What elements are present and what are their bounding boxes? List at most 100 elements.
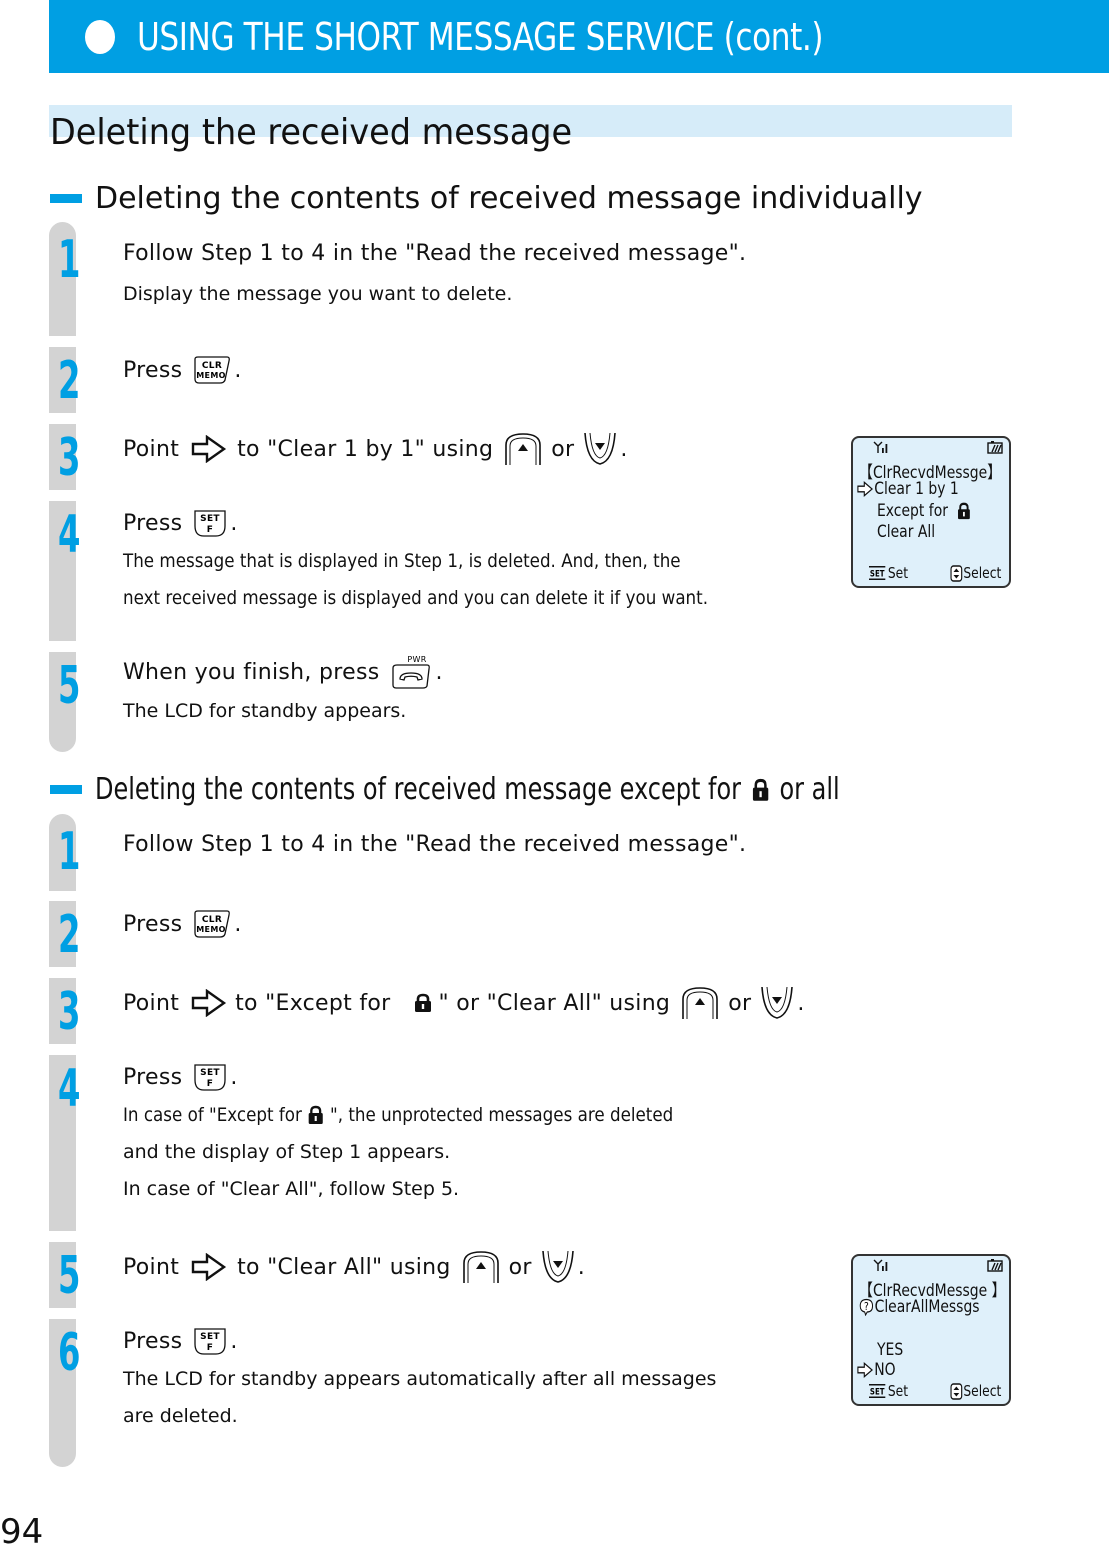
step-note: In case of "Except for ", the unprotecte… [123,1104,673,1126]
svg-text:CLR: CLR [202,361,222,371]
step-instruction: Point to "Clear All" using or . [123,1249,585,1285]
down-key-icon [759,985,795,1021]
note-text: In case of "Except for [123,1104,302,1126]
step-note: In case of "Clear All", follow Step 5. [123,1178,460,1200]
step-instruction: Point to "Clear 1 by 1" using or . [123,431,628,467]
set-key-icon: SET [869,566,886,580]
subheading-text: Deleting the contents of received messag… [95,181,923,216]
chapter-title: USING THE SHORT MESSAGE SERVICE (cont.) [137,14,824,59]
step-number: 1 [58,822,81,882]
filled-circle-icon [85,19,115,54]
pointer-arrow-icon [191,435,227,463]
subheading-individual: Deleting the contents of received messag… [50,181,923,216]
page-number: 94 [0,1512,44,1547]
step-instruction: When you finish, press PWR . [123,654,443,690]
instruction-text: . [797,990,805,1016]
lcd-item-label: Clear 1 by 1 [874,479,959,499]
svg-text:F: F [207,1343,213,1353]
svg-text:?: ? [864,1301,869,1313]
step-instruction: Follow Step 1 to 4 in the "Read the rece… [123,832,746,857]
instruction-text: Point [123,990,180,1016]
up-key-icon [503,431,543,467]
step-number: 5 [58,656,81,716]
step-number: 2 [58,351,81,411]
instruction-text: . [230,510,238,536]
step-number: 1 [58,230,81,290]
instruction-text: . [234,357,242,383]
step-note: are deleted. [123,1405,238,1427]
chapter-header: USING THE SHORT MESSAGE SERVICE (cont.) [49,0,1109,73]
instruction-text: Press [123,911,183,937]
svg-text:CLR: CLR [202,915,222,925]
softkey-label: Set [887,564,909,582]
step-number: 3 [58,982,81,1042]
instruction-text: to "Clear 1 by 1" using [237,436,494,462]
instruction-text: Follow Step 1 to 4 in the "Read the rece… [123,241,747,266]
lcd-indicator-row [853,1259,1009,1273]
softkey-label: Select [963,564,1001,582]
step-instruction: Follow Step 1 to 4 in the "Read the rece… [123,241,746,266]
lcd-option-no-selected: NO [857,1360,896,1380]
pointer-arrow-icon [857,481,873,497]
lcd-menu-item-selected: Clear 1 by 1 [857,479,959,499]
step-note: The message that is displayed in Step 1,… [123,550,681,572]
softkey-label: Select [963,1382,1001,1400]
set-f-key-icon: SET F [192,1062,228,1092]
down-key-icon [540,1249,576,1285]
lcd-option-yes: YES [877,1340,904,1360]
lock-icon [307,1104,325,1126]
instruction-text: to "Clear All" using [237,1254,451,1280]
step-number: 4 [58,1059,81,1119]
instruction-text: . [230,1328,238,1354]
clr-memo-key-icon: CLR MEMO [192,909,232,939]
lcd-indicator-row [853,441,1009,455]
set-key-icon: SET [869,1384,886,1398]
battery-icon [987,1259,1003,1272]
signal-strength-icon [873,1259,888,1271]
svg-text:SET: SET [201,1068,221,1078]
down-key-icon [582,431,618,467]
subheading-text-wrap: Deleting the contents of received messag… [95,772,840,807]
step-number: 4 [58,505,81,565]
step-note: The LCD for standby appears. [123,700,407,722]
softkey-label: Set [887,1382,909,1400]
battery-icon [987,441,1003,454]
instruction-text: . [435,659,443,685]
softkey-select: Select [950,564,1001,582]
svg-text:SET: SET [201,514,221,524]
up-key-icon [461,1249,501,1285]
step-instruction: Press SET F . [123,508,238,538]
lcd-softkeys: SET Set Select [853,1380,1009,1400]
softkey-set: SET Set [869,1382,908,1400]
svg-text:SET: SET [870,569,885,579]
lcd-question-text: ClearAllMessgs [874,1297,980,1317]
instruction-text: When you finish, press [123,659,380,685]
step-instruction: Press SET F . [123,1062,238,1092]
step-instruction: Press SET F . [123,1326,238,1356]
svg-text:MEMO: MEMO [197,925,226,934]
step-number: 3 [58,428,81,488]
step-note: Display the message you want to delete. [123,283,513,305]
instruction-text: to "Except for [235,990,391,1016]
lock-icon [413,992,433,1014]
pointer-arrow-icon [857,1362,873,1378]
instruction-text: . [234,911,242,937]
square-bullet-icon [50,785,82,794]
lcd-option-label: NO [874,1360,896,1380]
step-note: The LCD for standby appears automaticall… [123,1368,717,1390]
svg-text:MEMO: MEMO [197,371,226,380]
note-text: ", the unprotected messages are deleted [330,1104,674,1126]
lock-icon [956,502,971,520]
scroll-key-icon [950,1382,962,1400]
clr-memo-key-icon: CLR MEMO [192,355,232,385]
lcd-item-label: Except for [877,501,948,521]
step-instruction: Press CLR MEMO . [123,909,242,939]
step-note: and the display of Step 1 appears. [123,1141,451,1163]
instruction-text: Press [123,357,183,383]
step-instruction: Point to "Except for " or "Clear All" us… [123,985,805,1021]
power-end-key-icon: PWR [389,654,433,690]
step-note: next received message is displayed and y… [123,587,709,609]
step-number: 6 [58,1323,81,1383]
instruction-text: or [728,990,752,1016]
step-number: 5 [58,1246,81,1306]
